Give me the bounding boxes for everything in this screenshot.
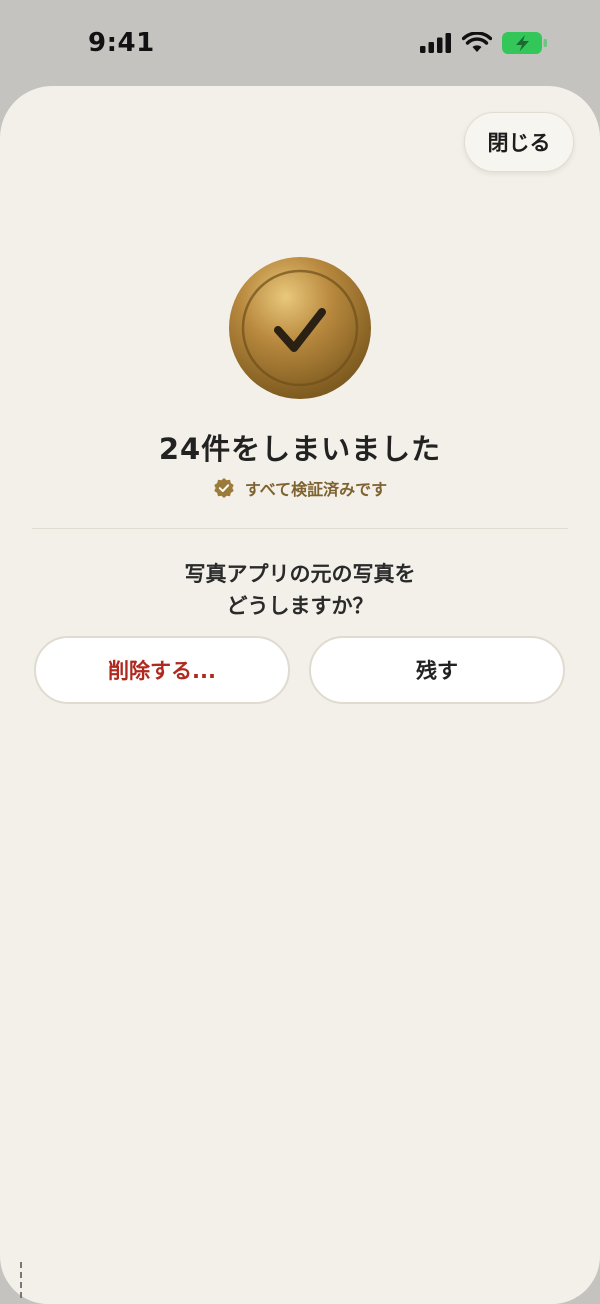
verified-status: すべて検証済みです <box>0 476 600 500</box>
question-text: 写真アプリの元の写真を どうしますか？ <box>0 558 600 622</box>
divider <box>32 528 568 529</box>
delete-button[interactable]: 削除する... <box>34 636 290 704</box>
status-bar: 9:41 <box>0 0 600 86</box>
result-title: 24件をしまいました <box>158 432 442 466</box>
completion-sheet: 閉じる 24件をしまいました すべて検証済みです 写真アプリの元の写真を どうし… <box>0 86 600 1304</box>
status-icons <box>420 32 548 54</box>
verified-badge-icon <box>214 478 234 498</box>
success-medal <box>229 257 371 399</box>
question-line-2: どうしますか？ <box>226 594 374 618</box>
keep-button[interactable]: 残す <box>309 636 565 704</box>
signal-icon <box>420 33 451 53</box>
wifi-icon <box>462 32 492 52</box>
question-line-1: 写真アプリの元の写真を <box>184 562 416 586</box>
close-button[interactable]: 閉じる <box>464 112 574 172</box>
verified-text: すべて検証済みです <box>244 480 388 499</box>
scroll-indicator <box>20 1262 22 1298</box>
battery-charging-icon <box>502 32 547 54</box>
status-time: 9:41 <box>88 28 155 58</box>
